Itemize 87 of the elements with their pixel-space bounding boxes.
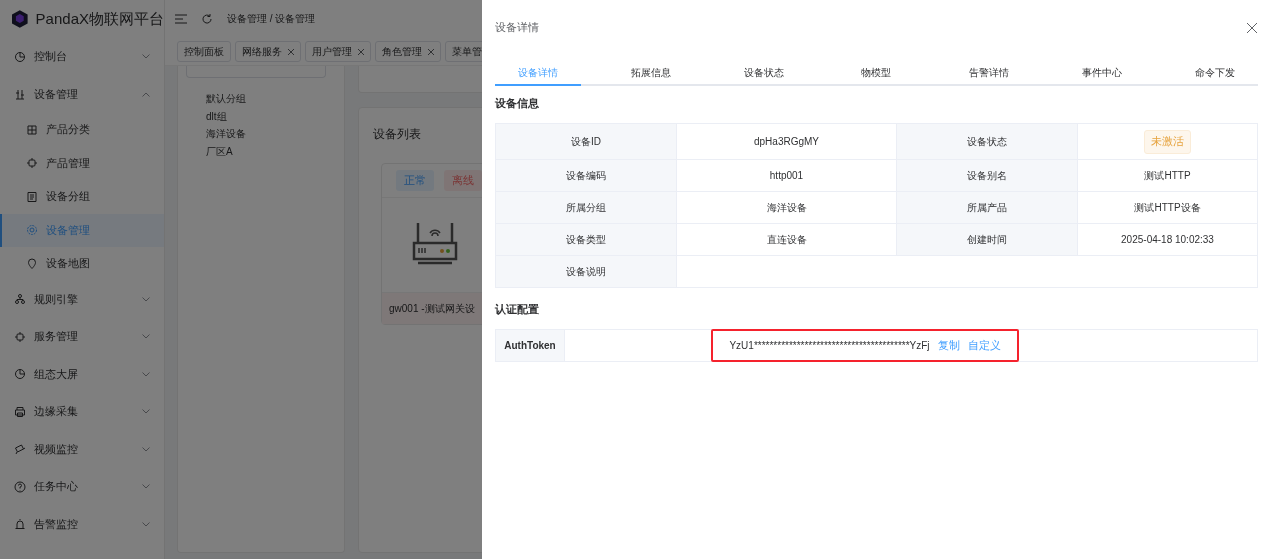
chip-icon <box>14 330 26 343</box>
tab[interactable]: 告警详情 <box>946 61 1033 86</box>
close-icon[interactable] <box>428 48 434 55</box>
list-icon <box>26 190 38 203</box>
menu-icon[interactable] <box>175 14 187 24</box>
value-cell: http001 <box>677 160 897 192</box>
printer-icon <box>14 405 26 418</box>
pie-chart-icon <box>14 368 26 381</box>
menu-item[interactable]: 任务中心 <box>0 468 164 506</box>
value-cell: 海洋设备 <box>677 192 897 224</box>
tab[interactable]: 命令下发 <box>1171 61 1258 86</box>
page-tab[interactable]: 用户管理 <box>305 41 371 62</box>
submenu-item[interactable]: 设备分组 <box>0 180 164 214</box>
section-title: 认证配置 <box>495 302 540 317</box>
close-icon[interactable] <box>358 48 364 55</box>
value-cell: 2025-04-18 10:02:33 <box>1078 224 1258 256</box>
tree-item[interactable]: 海洋设备 <box>206 125 344 143</box>
chevron-icon <box>142 91 150 97</box>
device-icon <box>14 88 26 101</box>
submenu-item[interactable]: 设备地图 <box>0 247 164 281</box>
tab[interactable]: 物模型 <box>833 61 920 86</box>
label-cell: 设备别名 <box>897 160 1078 192</box>
close-icon[interactable] <box>288 48 294 55</box>
breadcrumb: 设备管理 / 设备管理 <box>227 12 316 26</box>
tab[interactable]: 设备详情 <box>495 61 581 86</box>
tree-item[interactable]: dlt组 <box>206 107 344 125</box>
drawer-title: 设备详情 <box>495 20 539 35</box>
label-cell: 设备说明 <box>496 256 677 288</box>
submenu-item[interactable]: 产品管理 <box>0 146 164 180</box>
app-title: PandaX物联网平台 <box>35 9 164 29</box>
label-cell: AuthToken <box>496 330 565 362</box>
page-tab[interactable]: 菜单管 <box>445 41 482 62</box>
menu-item[interactable]: 告警监控 <box>0 505 164 543</box>
tab[interactable]: 拓展信息 <box>607 61 694 86</box>
chevron-icon <box>142 484 150 490</box>
chip-icon <box>26 157 38 170</box>
chevron-icon <box>142 409 150 415</box>
device-name: gw001 -测试网关设 <box>382 293 482 324</box>
chevron-icon <box>142 446 150 452</box>
refresh-icon[interactable] <box>201 13 213 25</box>
map-pin-icon <box>26 257 38 270</box>
submenu-item[interactable]: 产品分类 <box>0 113 164 147</box>
page-tab[interactable]: 网络服务 <box>235 41 301 62</box>
grid-icon <box>26 123 38 136</box>
chevron-icon <box>142 334 150 340</box>
menu-item[interactable]: 控制台 <box>0 38 164 76</box>
tree-item[interactable]: 默认分组 <box>206 90 344 108</box>
menu-item[interactable]: 服务管理 <box>0 318 164 356</box>
page-tab[interactable]: 角色管理 <box>375 41 441 62</box>
chevron-icon <box>142 54 150 60</box>
menu-item[interactable]: 设备管理 <box>0 75 164 113</box>
label-cell: 设备状态 <box>897 124 1078 160</box>
status-tag: 未激活 <box>1144 129 1191 154</box>
value-cell: 测试HTTP设备 <box>1078 192 1258 224</box>
menu-item[interactable]: 视频监控 <box>0 430 164 468</box>
section-title: 设备信息 <box>495 96 540 111</box>
pie-chart-icon <box>14 50 26 63</box>
settings-icon <box>26 224 38 237</box>
tree-item[interactable]: 厂区A <box>206 142 344 160</box>
chevron-icon <box>142 371 150 377</box>
label-cell: 所属产品 <box>897 192 1078 224</box>
page-tab[interactable]: 控制面板 <box>177 41 231 62</box>
label-cell: 所属分组 <box>496 192 677 224</box>
action-link[interactable]: 自定义 <box>967 338 1001 353</box>
label-cell: 创建时间 <box>897 224 1078 256</box>
action-link[interactable]: 复制 <box>937 338 960 353</box>
menu-item[interactable]: 组态大屏 <box>0 355 164 393</box>
label-cell: 设备类型 <box>496 224 677 256</box>
value-cell: 测试HTTP <box>1078 160 1258 192</box>
tab[interactable]: 设备状态 <box>720 61 807 86</box>
token-text: YzU1****************************************YzFj <box>729 340 930 351</box>
label-cell: 设备ID <box>496 124 677 160</box>
close-button[interactable] <box>1246 21 1258 34</box>
value-cell: dpHa3RGgMY <box>677 124 897 160</box>
logo-icon <box>12 10 28 28</box>
tab[interactable]: 事件中心 <box>1059 61 1146 86</box>
chevron-icon <box>142 521 150 527</box>
camera-icon <box>14 443 26 456</box>
menu-item[interactable]: 边缘采集 <box>0 393 164 431</box>
nodes-icon <box>14 293 26 306</box>
value-cell: 直连设备 <box>677 224 897 256</box>
label-cell: 设备编码 <box>496 160 677 192</box>
chevron-icon <box>142 296 150 302</box>
help-icon <box>14 480 26 493</box>
menu-item[interactable]: 规则引擎 <box>0 280 164 318</box>
section-title: 设备列表 <box>373 126 422 143</box>
alarm-icon <box>14 518 26 531</box>
